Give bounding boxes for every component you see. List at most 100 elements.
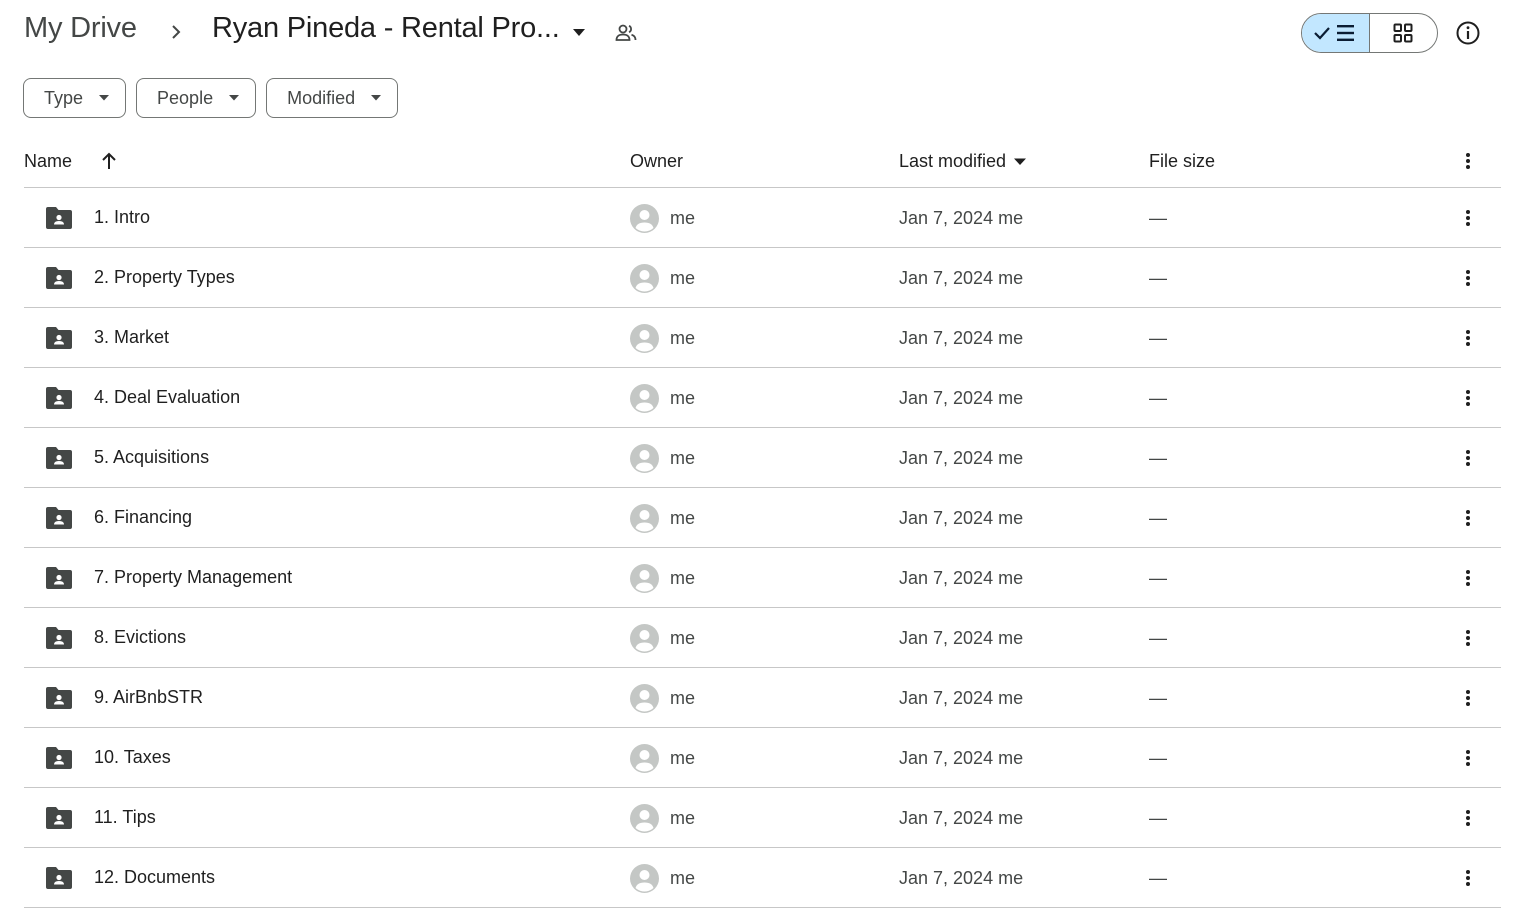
file-name: 10. Taxes (94, 747, 171, 767)
owner-name: me (670, 808, 696, 828)
file-name: 2. Property Types (94, 267, 235, 287)
check-list-icon (1314, 25, 1355, 41)
last-modified: Jan 7, 2024 me (899, 808, 1024, 828)
list-view-button[interactable] (1302, 14, 1370, 52)
avatar-icon (630, 564, 659, 593)
avatar-icon (630, 444, 659, 473)
file-size: — (1149, 628, 1167, 648)
table-row[interactable]: 11. Tips me Jan 7, 2024 me — (24, 788, 1501, 848)
table-row[interactable]: 3. Market me Jan 7, 2024 me — (24, 308, 1501, 368)
shared-folder-icon (46, 807, 72, 829)
arrow-up-icon[interactable] (100, 151, 118, 171)
table-header: Name Owner Last modified File size (24, 134, 1501, 188)
last-modified: Jan 7, 2024 me (899, 688, 1024, 708)
avatar-icon (630, 204, 659, 233)
view-toggle (1301, 13, 1438, 53)
more-vert-icon[interactable] (1458, 566, 1478, 590)
filter-type[interactable]: Type (23, 78, 127, 118)
last-modified: Jan 7, 2024 me (899, 508, 1024, 528)
owner-name: me (670, 748, 696, 768)
more-vert-icon[interactable] (1458, 746, 1478, 770)
owner-name: me (670, 868, 696, 888)
file-size: — (1149, 448, 1167, 468)
avatar-icon (630, 264, 659, 293)
file-name: 3. Market (94, 327, 170, 347)
shared-folder-icon (46, 627, 72, 649)
last-modified: Jan 7, 2024 me (899, 208, 1024, 228)
file-name: 4. Deal Evaluation (94, 387, 241, 407)
shared-folder-icon (46, 507, 72, 529)
table-row[interactable]: 1. Intro me Jan 7, 2024 me — (24, 188, 1501, 248)
grid-icon (1393, 23, 1413, 43)
more-vert-icon[interactable] (1458, 206, 1478, 230)
more-vert-icon[interactable] (1458, 686, 1478, 710)
shared-folder-icon (46, 387, 72, 409)
file-name: 8. Evictions (94, 627, 187, 647)
avatar-icon (630, 624, 659, 653)
file-size: — (1149, 208, 1167, 228)
last-modified: Jan 7, 2024 me (899, 328, 1024, 348)
breadcrumb-current-folder[interactable]: Ryan Pineda - Rental Pro... (212, 12, 560, 45)
caret-down-icon (1014, 158, 1027, 165)
info-icon[interactable] (1454, 19, 1482, 47)
table-row[interactable]: 4. Deal Evaluation me Jan 7, 2024 me — (24, 368, 1501, 428)
table-body: 1. Intro me Jan 7, 2024 me — 2. Property… (24, 188, 1501, 908)
file-size: — (1149, 508, 1167, 528)
column-header-name[interactable]: Name (24, 151, 72, 172)
owner-name: me (670, 688, 696, 708)
owner-name: me (670, 628, 696, 648)
table-row[interactable]: 10. Taxes me Jan 7, 2024 me — (24, 728, 1501, 788)
filter-modified[interactable]: Modified (266, 78, 399, 118)
file-size: — (1149, 568, 1167, 588)
shared-folder-icon (46, 327, 72, 349)
table-row[interactable]: 8. Evictions me Jan 7, 2024 me — (24, 608, 1501, 668)
breadcrumb-my-drive[interactable]: My Drive (24, 12, 137, 45)
more-vert-icon[interactable] (1458, 326, 1478, 350)
more-vert-icon[interactable] (1458, 149, 1478, 173)
table-row[interactable]: 5. Acquisitions me Jan 7, 2024 me — (24, 428, 1501, 488)
people-icon[interactable] (614, 21, 638, 45)
owner-name: me (670, 448, 696, 468)
owner-name: me (670, 268, 696, 288)
table-row[interactable]: 9. AirBnbSTR me Jan 7, 2024 me — (24, 668, 1501, 728)
table-row[interactable]: 6. Financing me Jan 7, 2024 me — (24, 488, 1501, 548)
file-size: — (1149, 268, 1167, 288)
last-modified: Jan 7, 2024 me (899, 628, 1024, 648)
table-row[interactable]: 12. Documents me Jan 7, 2024 me — (24, 848, 1501, 908)
file-name: 11. Tips (94, 807, 156, 827)
more-vert-icon[interactable] (1458, 386, 1478, 410)
last-modified: Jan 7, 2024 me (899, 748, 1024, 768)
shared-folder-icon (46, 207, 72, 229)
caret-down-icon[interactable] (570, 22, 588, 42)
chevron-right-icon (172, 25, 181, 39)
more-vert-icon[interactable] (1458, 506, 1478, 530)
caret-down-icon (229, 95, 240, 101)
grid-view-button[interactable] (1370, 14, 1438, 52)
column-header-last-modified[interactable]: Last modified (899, 151, 1027, 172)
file-name: 9. AirBnbSTR (94, 687, 204, 707)
more-vert-icon[interactable] (1458, 446, 1478, 470)
file-size: — (1149, 688, 1167, 708)
avatar-icon (630, 684, 659, 713)
shared-folder-icon (46, 747, 72, 769)
more-vert-icon[interactable] (1458, 806, 1478, 830)
filter-people[interactable]: People (136, 78, 257, 118)
column-header-last-modified-label: Last modified (899, 151, 1007, 171)
shared-folder-icon (46, 867, 72, 889)
file-size: — (1149, 328, 1167, 348)
more-vert-icon[interactable] (1458, 626, 1478, 650)
more-vert-icon[interactable] (1458, 866, 1478, 890)
more-vert-icon[interactable] (1458, 266, 1478, 290)
shared-folder-icon (46, 267, 72, 289)
shared-folder-icon (46, 447, 72, 469)
file-name: 1. Intro (94, 207, 151, 227)
table-row[interactable]: 2. Property Types me Jan 7, 2024 me — (24, 248, 1501, 308)
table-row[interactable]: 7. Property Management me Jan 7, 2024 me… (24, 548, 1501, 608)
file-name: 7. Property Management (94, 567, 293, 587)
file-name: 5. Acquisitions (94, 447, 210, 467)
filter-modified-label: Modified (287, 87, 356, 108)
file-size: — (1149, 808, 1167, 828)
last-modified: Jan 7, 2024 me (899, 568, 1024, 588)
last-modified: Jan 7, 2024 me (899, 388, 1024, 408)
owner-name: me (670, 388, 696, 408)
